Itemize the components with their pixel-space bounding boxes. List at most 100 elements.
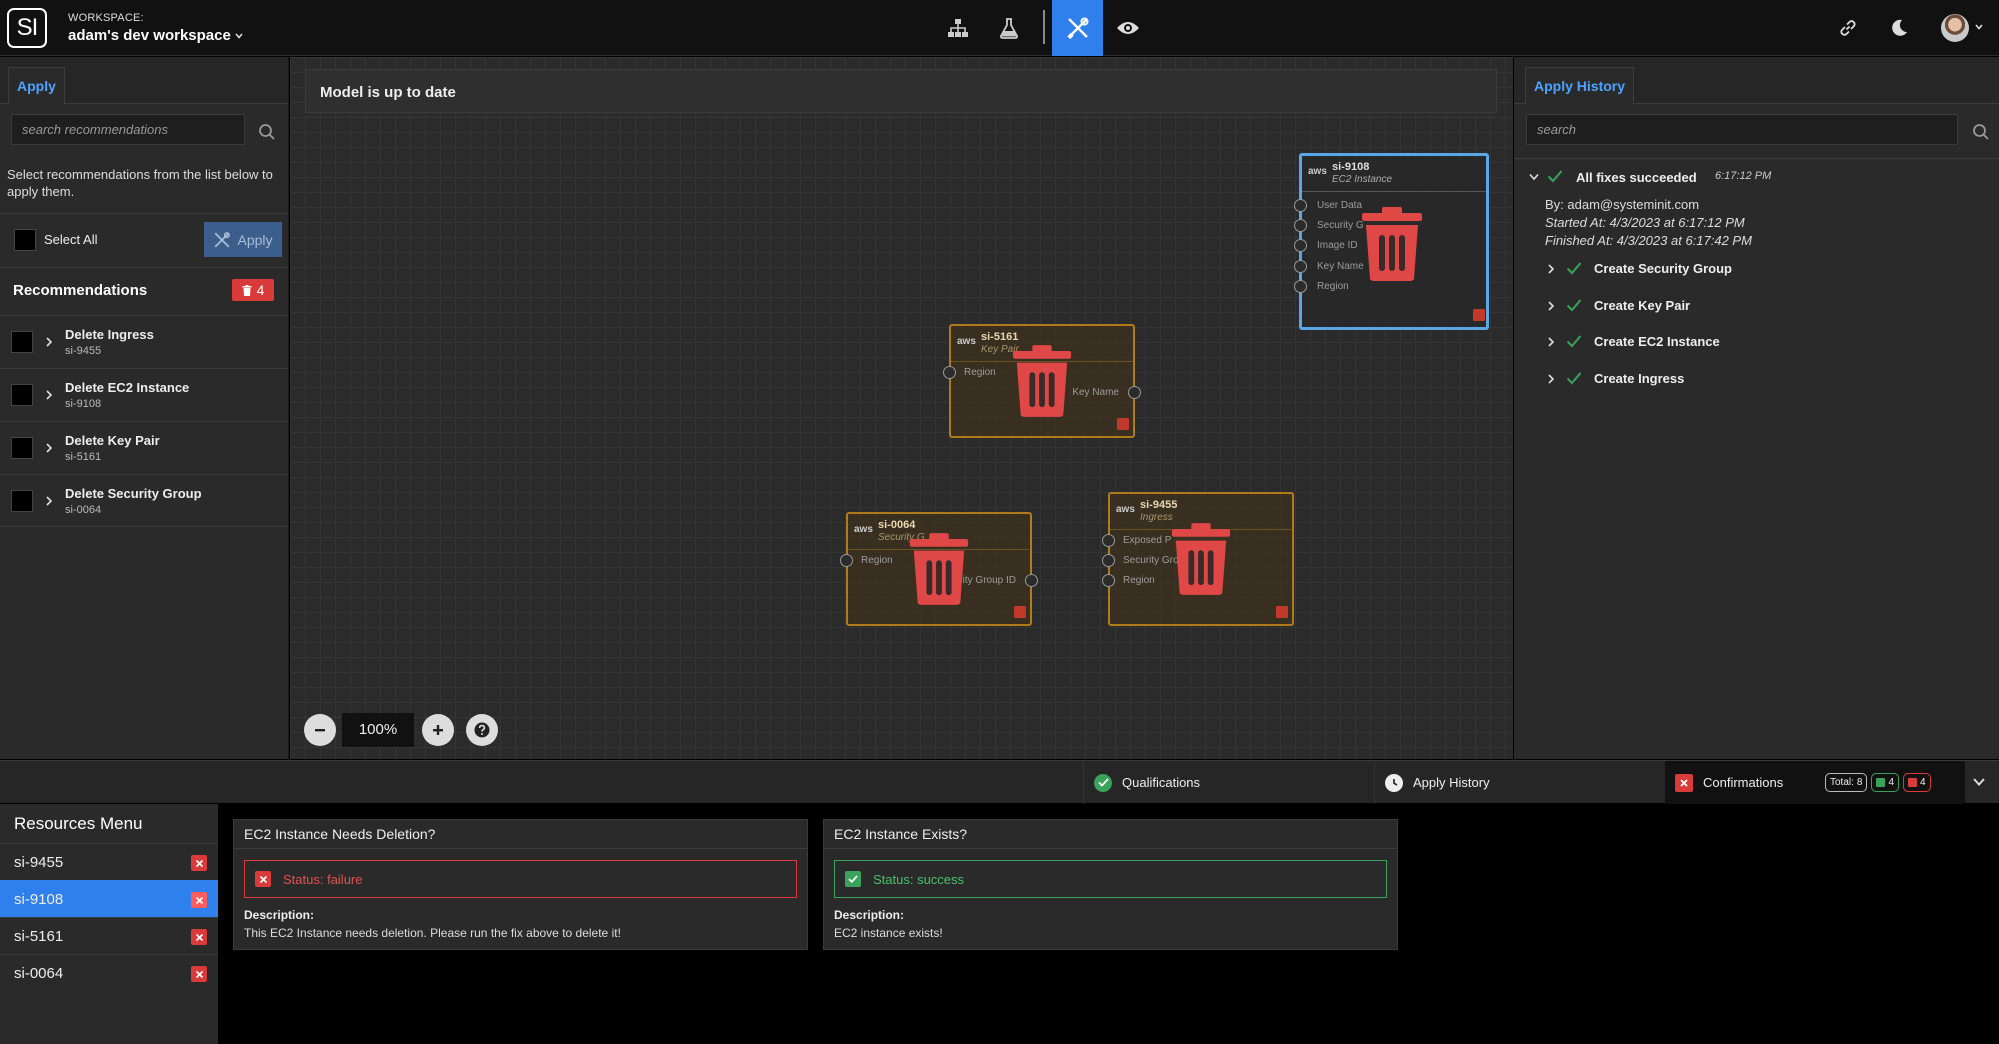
zoom-out-button[interactable] [304, 714, 336, 746]
history-action-row[interactable]: Create Security Group [1514, 256, 1999, 280]
tab-apply[interactable]: Apply [8, 67, 65, 104]
input-socket[interactable] [943, 366, 956, 379]
check-icon [1566, 299, 1582, 312]
resource-item[interactable]: si-9455 [0, 843, 218, 880]
fix-tools-icon[interactable] [1052, 0, 1103, 56]
chevron-down-icon[interactable] [1528, 172, 1540, 182]
confirmation-totals: Total: 8 4 4 [1825, 773, 1931, 792]
diagram-icon[interactable] [934, 0, 982, 56]
resource-item[interactable]: si-5161 [0, 917, 218, 954]
tab-qualifications[interactable]: Qualifications [1083, 761, 1373, 804]
key-pair-node[interactable]: aws si-5161 Key Pair Region Key Name [943, 324, 1141, 438]
workspace-label: WORKSPACE: [68, 12, 144, 24]
ingress-node[interactable]: aws si-9455 Ingress Exposed P Security G… [1102, 492, 1294, 626]
help-button[interactable] [466, 714, 498, 746]
input-socket[interactable] [1294, 280, 1307, 293]
recommendation-checkbox[interactable] [11, 490, 33, 512]
output-socket[interactable] [1025, 574, 1038, 587]
si-logo[interactable]: SI [7, 8, 47, 48]
input-socket[interactable] [1294, 219, 1307, 232]
description-label: Description: [244, 908, 315, 922]
search-history-input[interactable] [1526, 114, 1958, 145]
tab-label: Apply History [1413, 775, 1490, 790]
lab-flask-icon[interactable] [985, 0, 1033, 56]
recommendation-item[interactable]: Delete Ingress si-9455 [0, 315, 288, 368]
search-icon[interactable] [258, 123, 276, 141]
dark-mode-moon-icon[interactable] [1875, 0, 1923, 56]
description-text: This EC2 Instance needs deletion. Please… [244, 926, 621, 940]
chevron-right-icon[interactable] [44, 442, 54, 454]
input-socket[interactable] [1294, 260, 1307, 273]
bottom-tab-strip: Qualifications Apply History Confirmatio… [0, 760, 1999, 804]
user-avatar[interactable] [1941, 14, 1969, 42]
chevron-down-icon[interactable] [1970, 776, 1988, 788]
confirmation-title: EC2 Instance Needs Deletion? [244, 826, 436, 842]
resource-label: si-9455 [14, 854, 64, 871]
socket-label: User Data [1317, 200, 1363, 211]
input-socket[interactable] [1294, 239, 1307, 252]
recommendation-id: si-0064 [65, 504, 102, 516]
node-type: Ingress [1140, 512, 1173, 523]
input-socket[interactable] [1294, 199, 1307, 212]
x-square-icon [191, 892, 207, 908]
recommendation-item[interactable]: Delete Security Group si-0064 [0, 474, 288, 527]
socket-label: Exposed P [1123, 535, 1172, 546]
link-icon[interactable] [1824, 0, 1872, 56]
history-action-row[interactable]: Create Key Pair [1514, 293, 1999, 317]
history-started: Started At: 4/3/2023 at 6:17:12 PM [1545, 215, 1745, 230]
input-socket[interactable] [1102, 534, 1115, 547]
chevron-right-icon[interactable] [1546, 373, 1556, 385]
recommendation-checkbox[interactable] [11, 331, 33, 353]
search-icon[interactable] [1972, 123, 1990, 141]
plus-icon [433, 725, 443, 735]
recommendation-item[interactable]: Delete Key Pair si-5161 [0, 421, 288, 474]
ec2-instance-node[interactable]: aws si-9108 EC2 Instance User Data Secur… [1294, 153, 1489, 330]
chevron-right-icon[interactable] [44, 336, 54, 348]
chevron-right-icon[interactable] [1546, 300, 1556, 312]
aws-logo: aws [1308, 166, 1327, 177]
output-socket[interactable] [1128, 386, 1141, 399]
recommendation-checkbox[interactable] [11, 384, 33, 406]
x-square-icon [255, 871, 271, 887]
divider [234, 848, 807, 849]
apply-help-text: Select recommendations from the list bel… [7, 167, 273, 199]
chevron-down-icon[interactable] [234, 31, 244, 41]
input-socket[interactable] [840, 554, 853, 567]
zoom-in-button[interactable] [422, 714, 454, 746]
chevron-down-icon[interactable] [1974, 22, 1984, 32]
recommendations-header: Recommendations 4 [0, 267, 288, 315]
resource-item[interactable]: si-0064 [0, 954, 218, 991]
delete-trash-icon [1362, 207, 1422, 281]
search-recommendations-input[interactable] [11, 114, 245, 145]
eye-icon[interactable] [1104, 0, 1152, 56]
recommendation-id: si-5161 [65, 451, 102, 463]
recommendation-item[interactable]: Delete EC2 Instance si-9108 [0, 368, 288, 421]
history-action-label: Create Ingress [1594, 371, 1685, 386]
diagram-canvas[interactable]: Model is up to date aws si-9108 EC2 Inst… [290, 57, 1513, 759]
security-group-node[interactable]: aws si-0064 Security G Region Security G… [840, 512, 1038, 626]
history-time: 6:17:12 PM [1715, 170, 1772, 182]
workspace-selector[interactable]: adam's dev workspace [68, 27, 231, 44]
recommendation-checkbox[interactable] [11, 437, 33, 459]
select-all-checkbox[interactable] [14, 229, 36, 251]
select-all-row: Select All Apply [0, 213, 288, 267]
resource-label: si-0064 [14, 965, 64, 982]
resource-item[interactable]: si-9108 [0, 880, 218, 917]
input-socket[interactable] [1102, 574, 1115, 587]
chevron-right-icon[interactable] [1546, 336, 1556, 348]
check-icon [1566, 335, 1582, 348]
node-delete-marker-icon [1014, 606, 1026, 618]
history-author: By: adam@systeminit.com [1545, 197, 1700, 212]
history-action-row[interactable]: Create Ingress [1514, 366, 1999, 390]
chevron-right-icon[interactable] [44, 389, 54, 401]
fix-tools-icon [215, 231, 231, 247]
apply-button[interactable]: Apply [204, 222, 282, 257]
tab-apply-history[interactable]: Apply History [1525, 67, 1635, 104]
input-socket[interactable] [1102, 554, 1115, 567]
tab-apply-history-bottom[interactable]: Apply History [1374, 761, 1664, 804]
description-label: Description: [834, 908, 905, 922]
chevron-right-icon[interactable] [1546, 263, 1556, 275]
history-action-row[interactable]: Create EC2 Instance [1514, 329, 1999, 353]
chevron-right-icon[interactable] [44, 495, 54, 507]
trash-icon [242, 284, 252, 296]
